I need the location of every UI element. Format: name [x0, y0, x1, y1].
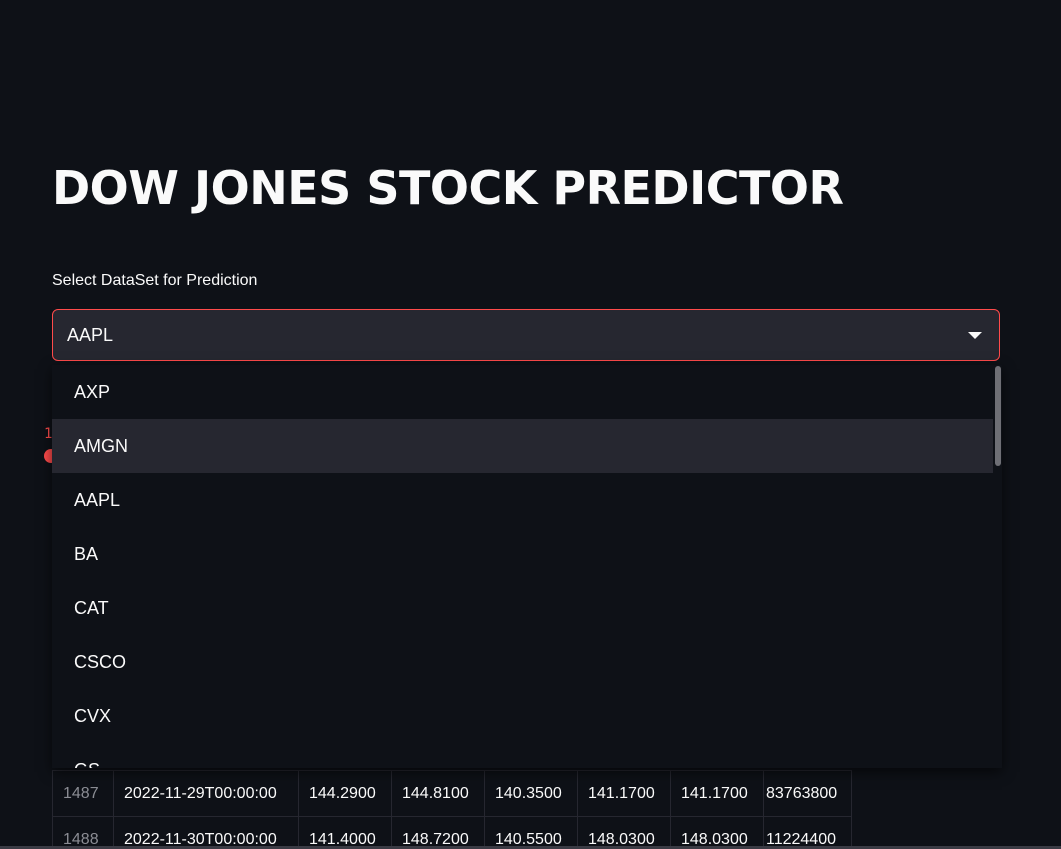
cell-date: 2022-11-29T00:00:00 — [113, 770, 299, 817]
dataset-dropdown-menu: AXP AMGN AAPL BA CAT CSCO CVX GS — [52, 365, 1002, 768]
cell-volume: 83763800 — [763, 770, 852, 817]
cell-close: 141.1700 — [577, 770, 671, 817]
cell-volume: 11224400 — [763, 816, 852, 849]
cell-low: 140.3500 — [484, 770, 578, 817]
cell-adj-close: 148.0300 — [670, 816, 764, 849]
page-title: DOW JONES STOCK PREDICTOR — [52, 161, 844, 215]
cell-open: 144.2900 — [298, 770, 392, 817]
option-cat[interactable]: CAT — [52, 581, 993, 635]
table-row: 1487 2022-11-29T00:00:00 144.2900 144.81… — [52, 770, 852, 817]
dataset-select[interactable]: AAPL — [52, 309, 1000, 361]
table-row: 1488 2022-11-30T00:00:00 141.4000 148.72… — [52, 816, 852, 849]
chevron-down-icon[interactable] — [968, 332, 982, 339]
row-index: 1487 — [52, 770, 114, 817]
select-label: Select DataSet for Prediction — [52, 272, 258, 289]
row-index: 1488 — [52, 816, 114, 849]
cell-close: 148.0300 — [577, 816, 671, 849]
option-aapl[interactable]: AAPL — [52, 473, 993, 527]
cell-high: 148.7200 — [391, 816, 485, 849]
cell-open: 141.4000 — [298, 816, 392, 849]
option-ba[interactable]: BA — [52, 527, 993, 581]
option-gs[interactable]: GS — [52, 743, 993, 768]
option-axp[interactable]: AXP — [52, 365, 993, 419]
option-csco[interactable]: CSCO — [52, 635, 993, 689]
cell-high: 144.8100 — [391, 770, 485, 817]
cell-adj-close: 141.1700 — [670, 770, 764, 817]
data-table: 1487 2022-11-29T00:00:00 144.2900 144.81… — [52, 770, 852, 849]
option-amgn[interactable]: AMGN — [52, 419, 993, 473]
select-current-value: AAPL — [67, 325, 114, 345]
option-cvx[interactable]: CVX — [52, 689, 993, 743]
cell-date: 2022-11-30T00:00:00 — [113, 816, 299, 849]
app-root: DOW JONES STOCK PREDICTOR Select DataSet… — [0, 0, 1061, 849]
cell-low: 140.5500 — [484, 816, 578, 849]
dropdown-scrollbar[interactable] — [995, 366, 1001, 466]
